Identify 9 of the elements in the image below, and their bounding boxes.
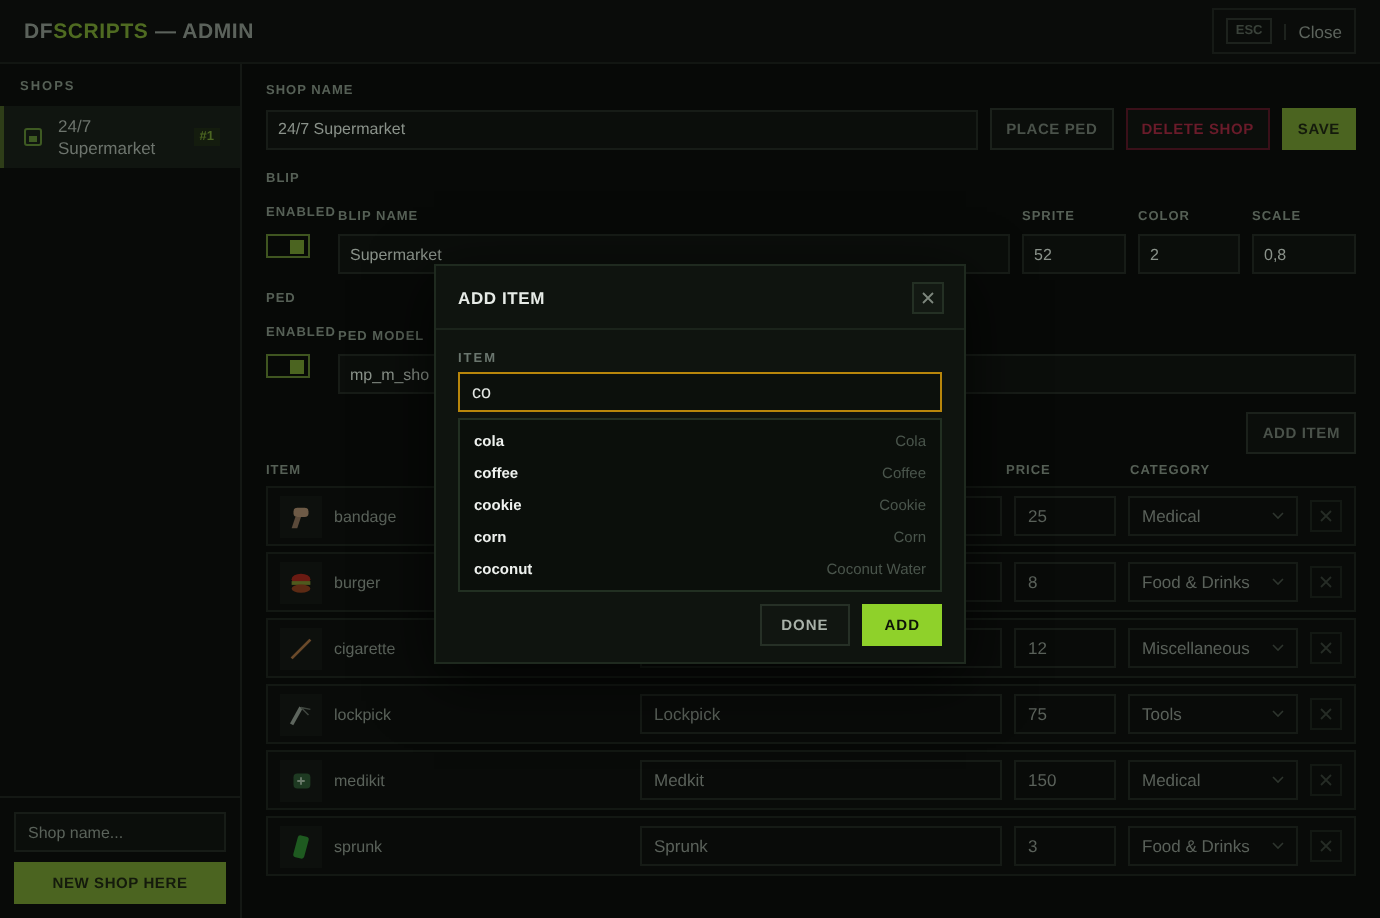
shop-name: 24/7 Supermarket — [58, 116, 158, 159]
dialog-title: ADD ITEM — [458, 287, 545, 307]
item-name: burger — [334, 573, 381, 591]
item-name: lockpick — [334, 705, 391, 723]
item-name: medikit — [334, 771, 385, 789]
item-name: cigarette — [334, 639, 396, 657]
item-name: sprunk — [334, 837, 383, 855]
item-name: bandage — [334, 507, 397, 525]
app-title: DFSCRIPTS — ADMIN — [24, 19, 254, 43]
